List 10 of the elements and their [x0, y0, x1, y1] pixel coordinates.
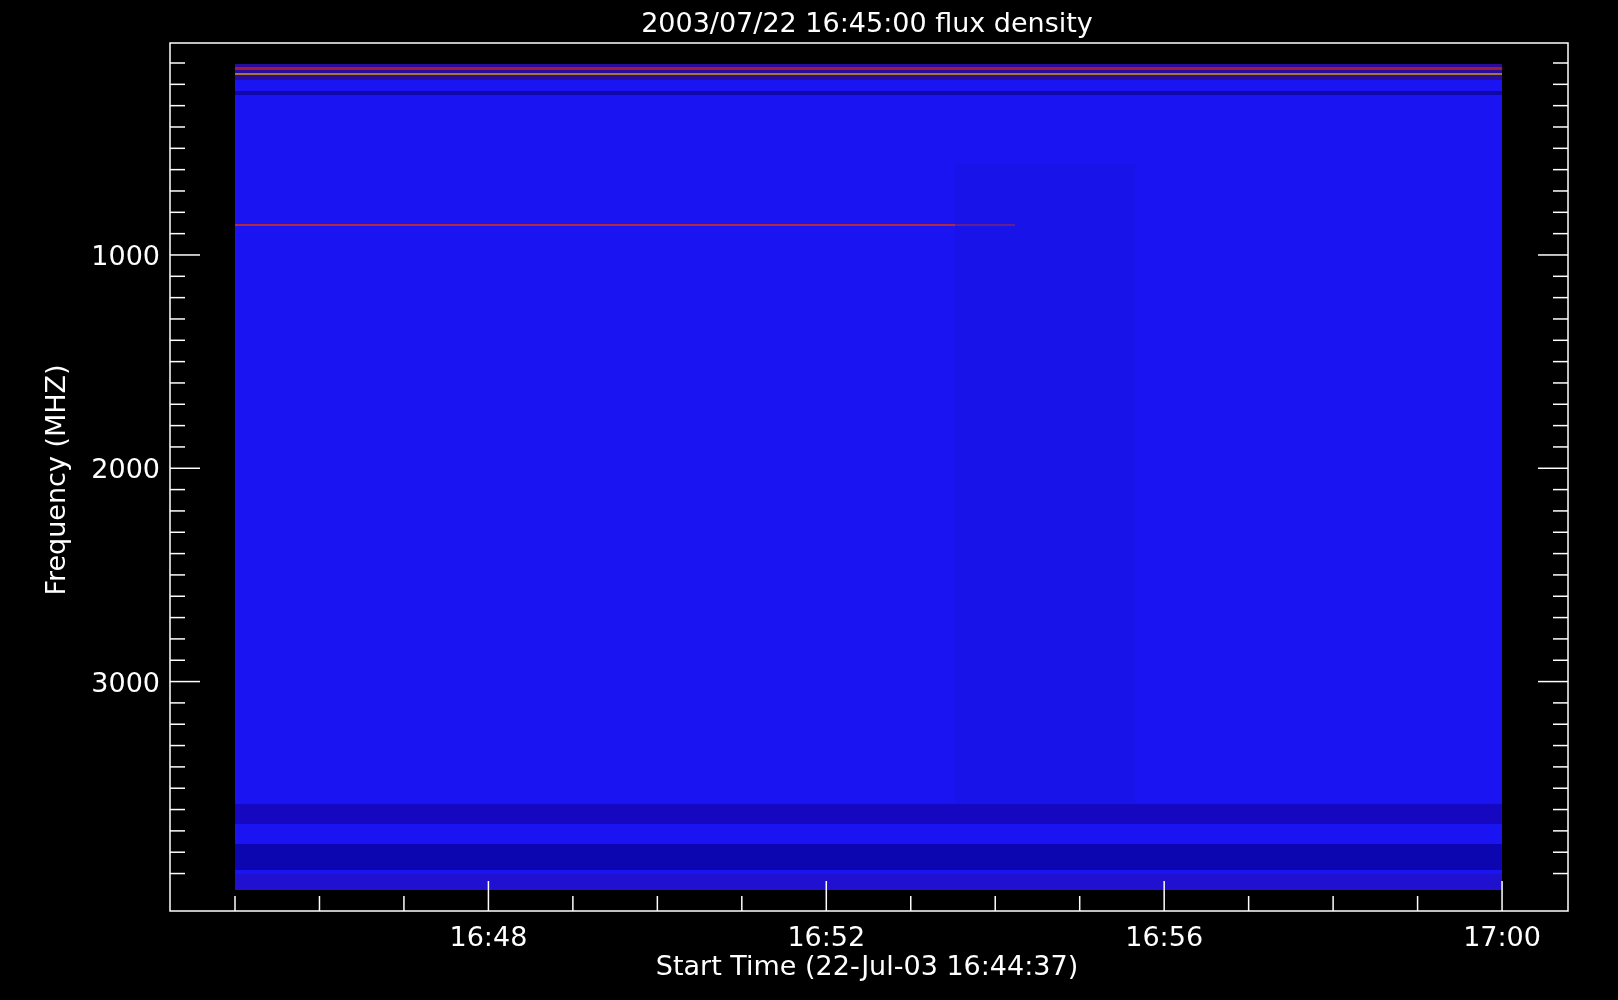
y-tick-label: 3000 [91, 666, 160, 698]
x-axis-label: Start Time (22-Jul-03 16:44:37) [655, 950, 1079, 981]
y-tick-label: 1000 [91, 239, 160, 271]
x-tick-label: 16:56 [1125, 921, 1204, 952]
chart-title: 2003/07/22 16:45:00 flux density [641, 7, 1093, 38]
y-axis-label: Frequency (MHZ) [40, 364, 71, 596]
x-tick-label: 16:52 [787, 921, 866, 952]
y-tick-label: 2000 [91, 453, 160, 485]
x-tick-label: 17:00 [1463, 921, 1541, 952]
x-tick-label: 16:48 [449, 921, 528, 952]
